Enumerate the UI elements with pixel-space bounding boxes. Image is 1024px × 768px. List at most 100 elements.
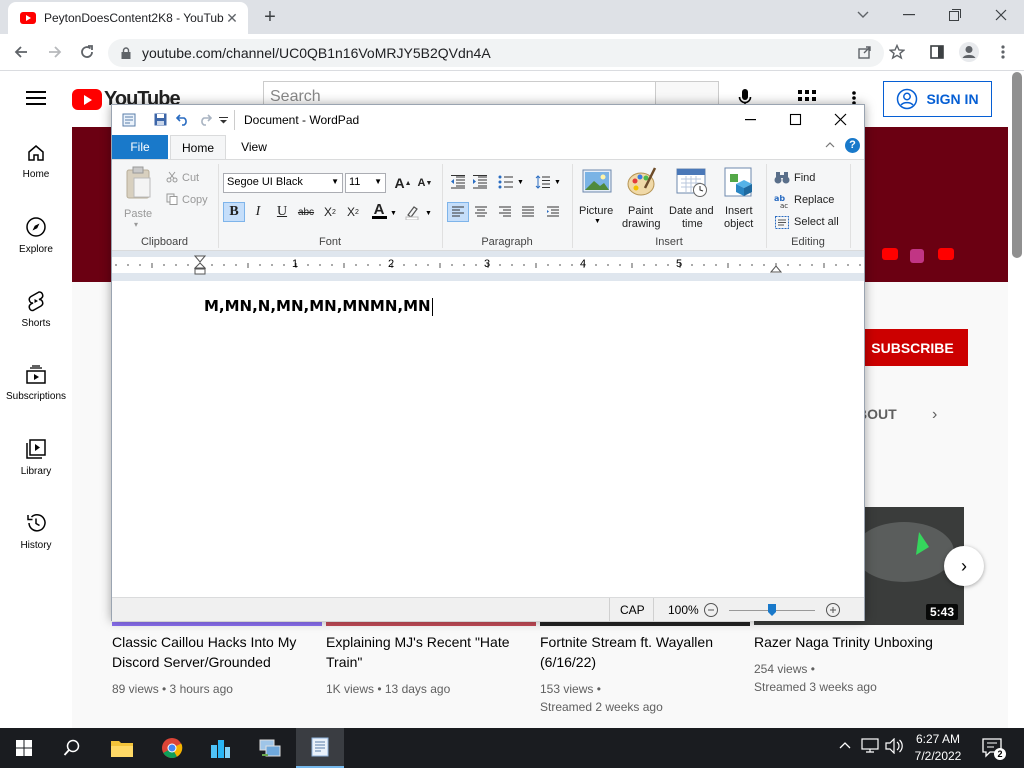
hamburger-menu-icon[interactable] (26, 90, 46, 106)
strikethrough-icon[interactable]: abc (295, 202, 317, 222)
sidebar-item-history[interactable]: History (0, 494, 72, 568)
wordpad-close-button[interactable] (832, 111, 850, 129)
browser-menu-icon[interactable] (990, 39, 1016, 65)
font-size-select[interactable]: 11 ▼ (345, 173, 386, 193)
insert-object-icon[interactable] (724, 166, 754, 198)
zoom-in-icon[interactable] (825, 602, 841, 618)
instagram-link-icon[interactable] (910, 249, 924, 263)
help-icon[interactable]: ? (845, 138, 860, 153)
share-icon[interactable] (852, 39, 878, 65)
youtube-link-icon[interactable] (882, 248, 898, 260)
align-center-icon[interactable] (470, 202, 492, 222)
subscript-icon[interactable]: X2 (319, 202, 341, 222)
tab-search-icon[interactable] (840, 0, 886, 30)
shrink-font-icon[interactable]: A ▼ (414, 173, 436, 193)
show-hidden-icons-icon[interactable] (838, 740, 852, 750)
start-windows-icon[interactable] (0, 728, 48, 768)
sign-in-button[interactable]: SIGN IN (883, 81, 992, 117)
right-indent-marker[interactable] (770, 265, 782, 273)
align-right-icon[interactable] (494, 202, 516, 222)
tab-file[interactable]: File (112, 135, 168, 159)
paint-drawing-button-line2[interactable]: drawing (622, 218, 661, 230)
youtube-link-icon-2[interactable] (938, 248, 954, 260)
find-button[interactable]: Find (794, 172, 815, 184)
customize-quick-access-icon[interactable] (219, 117, 228, 124)
align-left-icon[interactable] (447, 202, 469, 222)
chevron-right-icon[interactable]: › (932, 406, 937, 424)
highlight-icon[interactable] (401, 202, 423, 222)
carousel-next-button[interactable]: › (944, 546, 984, 586)
justify-icon[interactable] (517, 202, 539, 222)
insert-object-button[interactable]: Insert (725, 205, 753, 217)
first-line-indent-marker[interactable] (194, 255, 206, 275)
date-time-button[interactable]: Date and (669, 205, 714, 217)
sidebar-item-explore[interactable]: Explore (0, 198, 72, 272)
video-thumbnail-3[interactable] (540, 622, 750, 626)
paste-icon[interactable] (124, 166, 154, 200)
undo-icon[interactable] (176, 112, 190, 126)
insert-object-button-line2[interactable]: object (724, 218, 753, 230)
picture-button[interactable]: Picture (579, 205, 613, 217)
paint-drawing-button[interactable]: Paint (628, 205, 653, 217)
calendar-clock-icon[interactable] (676, 168, 708, 198)
video-title-1[interactable]: Classic Caillou Hacks Into My Discord Se… (112, 632, 312, 672)
line-spacing-icon[interactable] (532, 172, 554, 192)
bold-icon[interactable]: B (223, 202, 245, 222)
video-title-4[interactable]: Razer Naga Trinity Unboxing (754, 632, 954, 652)
save-icon[interactable] (154, 113, 167, 126)
subscribe-button[interactable]: SUBSCRIBE (857, 329, 968, 366)
video-thumbnail-1[interactable] (112, 622, 322, 626)
minimize-ribbon-icon[interactable] (825, 141, 835, 148)
ruler[interactable]: 1 2 3 4 5 (112, 255, 864, 275)
browser-tab[interactable]: PeytonDoesContent2K8 - YouTube ✕ (8, 2, 248, 34)
tab-close-icon[interactable]: ✕ (224, 10, 240, 27)
bookmark-star-icon[interactable] (884, 39, 910, 65)
address-bar[interactable]: youtube.com/channel/UC0QB1n16VoMRJY5B2QV… (108, 39, 884, 67)
document-area[interactable] (112, 281, 864, 597)
taskbar-search-icon[interactable] (48, 728, 96, 768)
minimize-window-button[interactable] (886, 0, 932, 30)
sidebar-item-shorts[interactable]: Shorts (0, 272, 72, 346)
cut-button[interactable]: Cut (182, 172, 199, 184)
forward-arrow-icon[interactable] (42, 39, 68, 65)
chrome-icon[interactable] (148, 728, 196, 768)
paint-palette-icon[interactable] (626, 166, 658, 198)
select-all-button[interactable]: Select all (794, 216, 839, 228)
picture-dropdown-icon[interactable]: ▼ (594, 218, 601, 225)
line-spacing-dropdown-icon[interactable]: ▼ (554, 179, 561, 186)
tab-view[interactable]: View (234, 135, 274, 159)
copy-button[interactable]: Copy (182, 194, 208, 206)
reload-icon[interactable] (74, 39, 100, 65)
paragraph-settings-icon[interactable] (542, 202, 564, 222)
bullet-list-icon[interactable] (495, 172, 517, 192)
sidebar-item-home[interactable]: Home (0, 124, 72, 198)
sidebar-item-subscriptions[interactable]: Subscriptions (0, 346, 72, 420)
font-color-dropdown-icon[interactable]: ▼ (390, 210, 397, 217)
zoom-slider-thumb[interactable] (767, 603, 777, 617)
network-icon[interactable] (860, 738, 880, 754)
document-text[interactable]: M,MN,N,MN,MN,MNMN,MN (204, 297, 433, 316)
paste-button[interactable]: Paste (124, 208, 152, 220)
italic-icon[interactable]: I (247, 202, 269, 222)
sidebar-item-library[interactable]: Library (0, 420, 72, 494)
font-family-select[interactable]: Segoe UI Black ▼ (223, 173, 343, 193)
bullet-list-dropdown-icon[interactable]: ▼ (517, 179, 524, 186)
video-title-2[interactable]: Explaining MJ's Recent "Hate Train" (326, 632, 526, 672)
tab-home[interactable]: Home (170, 135, 226, 160)
picture-icon[interactable] (582, 168, 612, 196)
video-thumbnail-2[interactable] (326, 622, 536, 626)
file-explorer-icon[interactable] (98, 728, 146, 768)
wordpad-maximize-button[interactable] (787, 111, 805, 129)
date-time-button-line2[interactable]: time (682, 218, 703, 230)
page-scrollbar-thumb[interactable] (1012, 72, 1022, 258)
network-app-icon[interactable] (246, 728, 294, 768)
back-arrow-icon[interactable] (8, 39, 34, 65)
taskbar-clock[interactable]: 6:27 AM 7/2/2022 (900, 731, 976, 765)
wordpad-taskbar-icon[interactable] (296, 728, 344, 768)
video-title-3[interactable]: Fortnite Stream ft. Wayallen (6/16/22) (540, 632, 740, 672)
zoom-out-icon[interactable] (703, 602, 719, 618)
increase-indent-icon[interactable] (469, 172, 491, 192)
notifications-icon[interactable]: 2 (982, 738, 1006, 760)
decrease-indent-icon[interactable] (447, 172, 469, 192)
profile-avatar-icon[interactable] (956, 39, 982, 65)
